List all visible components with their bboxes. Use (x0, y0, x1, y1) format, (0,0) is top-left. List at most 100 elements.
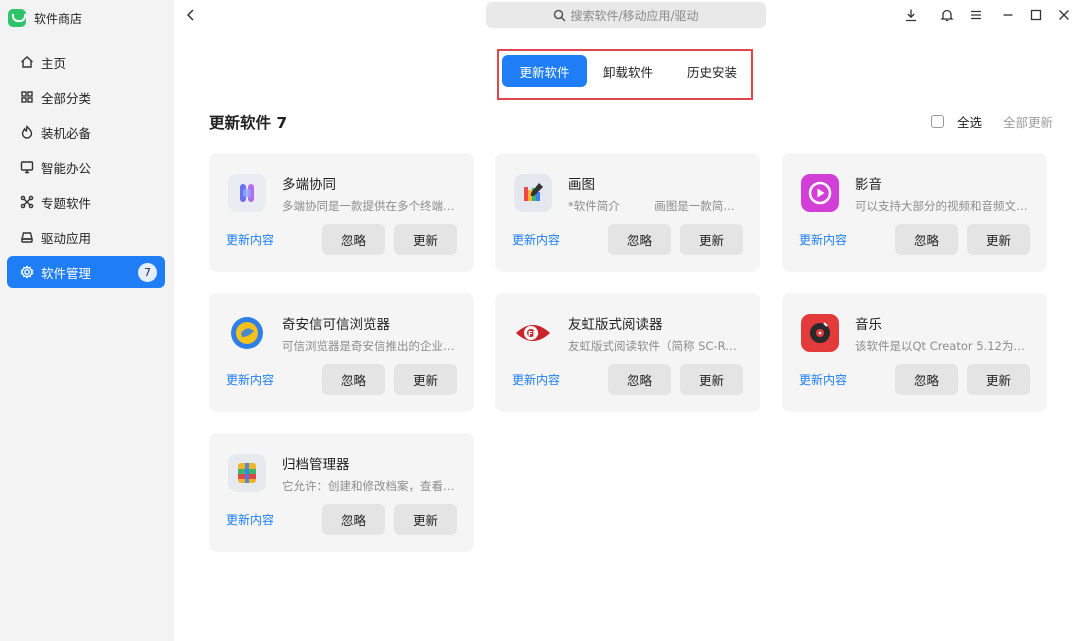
app-description: 友虹版式阅读软件（简称 SC-Reader） (568, 339, 743, 353)
sidebar-item-label: 全部分类 (41, 90, 92, 106)
update-details-link[interactable]: 更新内容 (226, 371, 274, 388)
update-button[interactable]: 更新 (967, 224, 1030, 255)
sidebar-item-office[interactable]: 智能办公 (7, 151, 165, 183)
checkbox[interactable] (931, 115, 944, 128)
update-button[interactable]: 更新 (680, 224, 743, 255)
search-icon (554, 9, 566, 22)
update-details-link[interactable]: 更新内容 (226, 231, 274, 248)
update-button[interactable]: 更新 (394, 224, 457, 255)
app-header: 软件商店 (8, 8, 82, 28)
app-name: 画图 (568, 177, 595, 193)
ofd-icon: FD (514, 314, 552, 352)
update-details-link[interactable]: 更新内容 (512, 371, 560, 388)
flame-icon (21, 125, 33, 139)
minimize-icon (1003, 14, 1013, 16)
update-details-link[interactable]: 更新内容 (512, 231, 560, 248)
paint-icon (514, 174, 552, 212)
collab-icon (228, 174, 266, 212)
app-card: 多端协同 多端协同是一款提供在多个终端之间协同办公的软件 更新内容 忽略 更新 (209, 153, 474, 272)
music-icon (801, 314, 839, 352)
archive-icon (228, 454, 266, 492)
browser-icon (228, 314, 266, 352)
app-description: 多端协同是一款提供在多个终端之间协同办公的软件 (282, 199, 457, 213)
download-icon (906, 9, 916, 22)
update-button[interactable]: 更新 (967, 364, 1030, 395)
section-title: 更新软件 7 (209, 114, 288, 132)
sidebar-nav: 主页 全部分类 装机必备 智能办公 专题软件 驱动应用 软件管理 7 (7, 46, 165, 291)
close-icon (1059, 10, 1069, 20)
search-placeholder: 搜索软件/移动应用/驱动 (570, 8, 699, 23)
sidebar-item-software-management[interactable]: 软件管理 7 (7, 256, 165, 288)
app-card: 音乐 该软件是以Qt Creator 5.12为基础开发的音乐播放器 更新内容 … (782, 293, 1047, 412)
app-name: 多端协同 (282, 177, 336, 193)
app-card: 归档管理器 它允许：创建和修改档案，查看档案内容 更新内容 忽略 更新 (209, 433, 474, 552)
app-description: *软件简介 画图是一款简单易用的绘图软件 (568, 199, 743, 213)
gear-icon (20, 265, 34, 279)
app-title: 软件商店 (34, 11, 83, 26)
update-details-link[interactable]: 更新内容 (799, 231, 847, 248)
sidebar-item-label: 智能办公 (41, 160, 92, 176)
ignore-button[interactable]: 忽略 (322, 504, 385, 535)
chevron-left-icon (186, 9, 194, 21)
app-card: 画图 *软件简介 画图是一款简单易用的绘图软件 更新内容 忽略 更新 (495, 153, 760, 272)
sidebar-item-home[interactable]: 主页 (7, 46, 165, 78)
sidebar-item-label: 专题软件 (41, 195, 92, 211)
app-description: 可信浏览器是奇安信推出的企业级安全浏览器 (282, 339, 457, 353)
update-details-link[interactable]: 更新内容 (226, 511, 274, 528)
sidebar-item-label: 主页 (41, 55, 67, 71)
sidebar-item-label: 装机必备 (41, 125, 92, 141)
sidebar-item-drivers[interactable]: 驱动应用 (7, 221, 165, 253)
menu-button[interactable] (966, 5, 986, 25)
app-card: 奇安信可信浏览器 可信浏览器是奇安信推出的企业级安全浏览器 更新内容 忽略 更新 (209, 293, 474, 412)
update-all-button[interactable]: 全部更新 (1003, 112, 1053, 131)
update-button[interactable]: 更新 (394, 364, 457, 395)
sidebar-item-essentials[interactable]: 装机必备 (7, 116, 165, 148)
video-icon (801, 174, 839, 212)
update-count-badge: 7 (138, 263, 157, 282)
topic-icon (20, 195, 34, 209)
ignore-button[interactable]: 忽略 (608, 224, 671, 255)
app-name: 影音 (855, 177, 882, 193)
driver-icon (21, 232, 33, 243)
hamburger-icon (971, 10, 981, 20)
update-button[interactable]: 更新 (680, 364, 743, 395)
app-description: 它允许：创建和修改档案，查看档案内容 (282, 479, 457, 493)
ignore-button[interactable]: 忽略 (322, 224, 385, 255)
app-description: 可以支持大部分的视频和音频文件格式播放 (855, 199, 1030, 213)
app-store-logo-icon (8, 9, 26, 27)
app-name: 音乐 (855, 317, 882, 333)
ignore-button[interactable]: 忽略 (608, 364, 671, 395)
update-details-link[interactable]: 更新内容 (799, 371, 847, 388)
app-name: 归档管理器 (282, 457, 350, 473)
maximize-button[interactable] (1026, 5, 1046, 25)
tab-update-software[interactable]: 更新软件 (502, 55, 587, 87)
download-button[interactable] (901, 5, 921, 25)
select-all-checkbox[interactable]: 全选 (931, 112, 982, 131)
notifications-button[interactable] (937, 5, 957, 25)
sidebar-item-label: 软件管理 (41, 265, 92, 281)
app-card: 影音 可以支持大部分的视频和音频文件格式播放 更新内容 忽略 更新 (782, 153, 1047, 272)
maximize-icon (1030, 9, 1042, 21)
tab-uninstall-software[interactable]: 卸载软件 (595, 55, 661, 87)
back-button[interactable] (183, 6, 199, 24)
ignore-button[interactable]: 忽略 (895, 364, 958, 395)
app-name: 友虹版式阅读器 (568, 317, 663, 333)
ignore-button[interactable]: 忽略 (895, 224, 958, 255)
sidebar-item-all-categories[interactable]: 全部分类 (7, 81, 165, 113)
home-icon (21, 56, 33, 68)
search-input[interactable]: 搜索软件/移动应用/驱动 (486, 2, 766, 28)
app-description: 该软件是以Qt Creator 5.12为基础开发的音乐播放器 (855, 339, 1030, 353)
sidebar-item-label: 驱动应用 (41, 230, 92, 246)
update-button[interactable]: 更新 (394, 504, 457, 535)
monitor-icon (20, 161, 34, 174)
select-all-label: 全选 (957, 115, 983, 130)
svg-text:FD: FD (528, 330, 539, 338)
sidebar: 软件商店 主页 全部分类 装机必备 智能办公 专题软件 驱动应用 软件管理 7 (0, 0, 174, 641)
sidebar-item-topics[interactable]: 专题软件 (7, 186, 165, 218)
ignore-button[interactable]: 忽略 (322, 364, 385, 395)
bell-icon (940, 9, 954, 22)
app-name: 奇安信可信浏览器 (282, 317, 390, 333)
minimize-button[interactable] (998, 5, 1018, 25)
tab-install-history[interactable]: 历史安装 (679, 55, 745, 87)
close-button[interactable] (1054, 5, 1074, 25)
